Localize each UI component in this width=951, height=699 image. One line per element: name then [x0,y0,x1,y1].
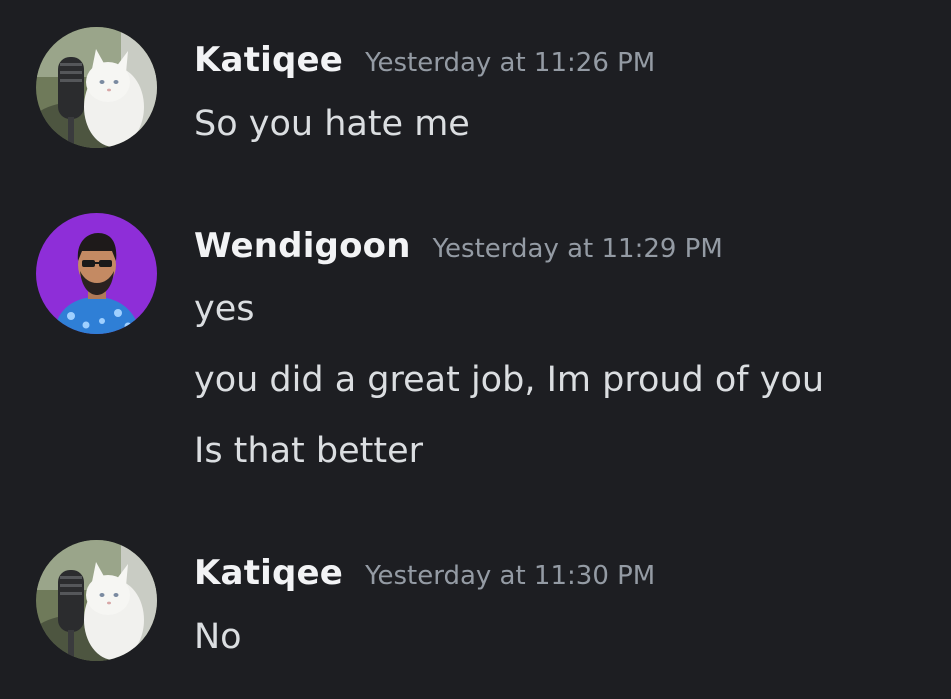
message-text: So you hate me [194,104,470,144]
timestamp: Yesterday at 11:26 PM [365,48,656,78]
man-with-sunglasses-avatar-icon [36,213,157,334]
timestamp: Yesterday at 11:29 PM [432,234,723,264]
username[interactable]: Katiqee [194,40,343,80]
message-text: you did a great job, Im proud of you [194,360,825,400]
message-header: Katiqee Yesterday at 11:30 PM [194,553,655,593]
message-header: Katiqee Yesterday at 11:26 PM [194,40,655,80]
avatar-wendigoon[interactable] [36,213,157,334]
timestamp: Yesterday at 11:30 PM [365,561,656,591]
avatar-katiqee[interactable] [36,27,157,148]
chat-log: Katiqee Yesterday at 11:26 PM So you hate… [0,0,951,699]
message-header: Wendigoon Yesterday at 11:29 PM [194,226,723,266]
cat-with-microphone-avatar-icon [36,27,157,148]
avatar-katiqee[interactable] [36,540,157,661]
message-text: Is that better [194,431,424,471]
message-text: yes [194,289,255,329]
username[interactable]: Katiqee [194,553,343,593]
cat-with-microphone-avatar-icon [36,540,157,661]
message-text: No [194,617,242,657]
username[interactable]: Wendigoon [194,226,411,266]
